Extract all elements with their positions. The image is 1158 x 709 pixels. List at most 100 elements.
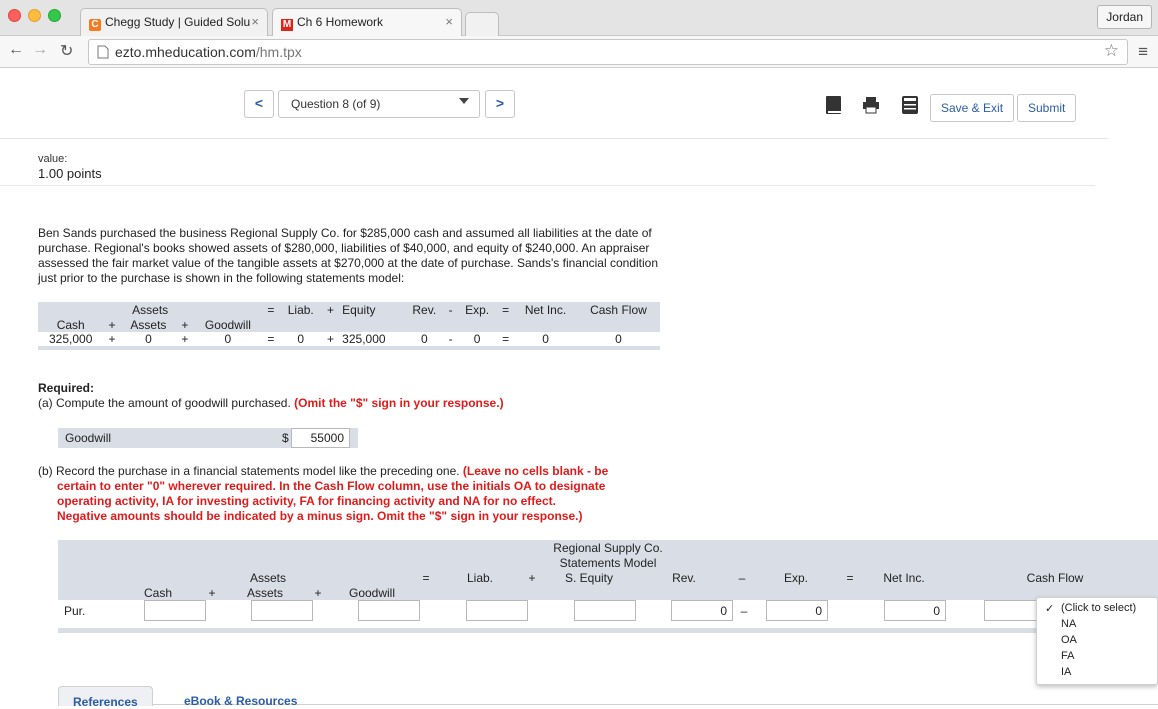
part-b-text: (b) Record the purchase in a financial s… (38, 464, 460, 478)
model-cell: = (267, 332, 275, 346)
cash-flow-select[interactable] (984, 600, 1040, 621)
part-b-note-1: (Leave no cells blank - be (462, 464, 609, 478)
bookmark-star-icon[interactable]: ☆ (1104, 41, 1119, 61)
model-cell: 0 (542, 332, 549, 346)
part-a-question: (a) Compute the amount of goodwill purch… (38, 396, 504, 410)
liab-input[interactable] (466, 600, 528, 621)
question-select[interactable]: Question 8 (of 9) (278, 90, 480, 118)
exp-input[interactable]: 0 (766, 600, 828, 621)
tab-chegg[interactable]: C Chegg Study | Guided Solu × (80, 8, 268, 36)
col-plus2: + (208, 586, 216, 600)
tab-ch6-homework[interactable]: M Ch 6 Homework × (272, 8, 462, 36)
cash-flow-dropdown: ✓ (Click to select) NA OA FA IA (1036, 597, 1158, 685)
save-exit-button[interactable]: Save & Exit (930, 94, 1015, 122)
col-plus3: + (314, 586, 322, 600)
tab-chegg-label: Chegg Study | Guided Solu (105, 15, 251, 29)
dropdown-option[interactable]: NA (1061, 618, 1076, 634)
cash-input[interactable] (144, 600, 206, 621)
model-subheader-cell: Goodwill (204, 317, 251, 332)
submit-button[interactable]: Submit (1017, 94, 1077, 122)
mheducation-favicon-icon: M (281, 19, 293, 31)
model-cell: 0 (420, 332, 428, 346)
model-title: Statements Model (559, 556, 657, 570)
model-cell: 325,000 (342, 332, 386, 346)
model-cell: 0 (297, 332, 305, 346)
model-header-cell: Cash Flow (590, 302, 647, 317)
model-header-cell: Net Inc. (524, 302, 567, 317)
col-cash: Cash (143, 586, 172, 600)
col-rev: Rev. (672, 571, 696, 585)
purchase-model-table: Regional Supply Co. Statements Model Ass… (58, 540, 1158, 634)
dropdown-option[interactable]: OA (1061, 634, 1077, 650)
page-icon (97, 45, 109, 59)
rev-input[interactable]: 0 (671, 600, 733, 621)
model-subheader-row: Cash + Assets + Goodwill (38, 317, 660, 332)
value-points: 1.00 points (38, 166, 102, 181)
model-cell: + (327, 332, 335, 346)
model-header-cell: - (448, 302, 453, 317)
company-name: Regional Supply Co. (553, 541, 663, 555)
col-plus: + (528, 571, 536, 585)
address-bar[interactable]: ezto.mheducation.com/hm.tpx ☆ (88, 39, 1128, 65)
dropdown-option[interactable]: FA (1061, 650, 1074, 666)
model-value-row: 325,000 + 0 + 0 = 0 + 325,000 0 - 0 = 0 … (38, 332, 660, 348)
close-window-button[interactable] (8, 9, 21, 22)
goodwill-input-b[interactable] (358, 600, 420, 621)
url-path: /hm.tpx (255, 44, 302, 60)
goodwill-input[interactable]: 55000 (291, 428, 350, 448)
browser-tab-bar: C Chegg Study | Guided Solu × M Ch 6 Homew… (0, 0, 1158, 36)
model-header-cell: + (327, 302, 335, 317)
model-subheader-cell: + (181, 317, 189, 332)
model-cell: - (448, 332, 453, 346)
new-tab-button[interactable] (465, 12, 499, 36)
model-subheader-cell: + (108, 317, 116, 332)
col-net-inc: Net Inc. (883, 571, 925, 585)
forward-icon[interactable]: → (32, 41, 48, 59)
question-select-label: Question 8 (of 9) (291, 97, 381, 111)
problem-text: Ben Sands purchased the business Regiona… (38, 226, 659, 285)
row-label-pur: Pur. (64, 604, 86, 618)
calculator-icon[interactable] (901, 95, 919, 115)
model-subheader-cell: Cash (56, 317, 85, 332)
model-cell: + (181, 332, 189, 346)
model-header-cell: Rev. (412, 302, 437, 317)
close-tab-icon[interactable]: × (251, 14, 259, 29)
profile-button[interactable]: Jordan (1097, 5, 1152, 29)
assignment-toolbar: < Question 8 (of 9) > Save & Exit Submit (0, 69, 1108, 139)
url-domain: ezto.mheducation.com (115, 44, 256, 60)
reload-icon[interactable]: ↻ (60, 41, 73, 61)
col-assets: Assets (246, 586, 283, 600)
part-b-note-3: operating activity, IA for investing act… (57, 494, 556, 508)
model-subheader-spacer (262, 317, 660, 332)
part-a-text: (a) Compute the amount of goodwill purch… (38, 396, 291, 410)
col-eq2: = (846, 571, 854, 585)
prev-question-button[interactable]: < (244, 90, 274, 118)
menu-icon[interactable]: ≡ (1138, 42, 1148, 62)
print-icon[interactable] (862, 95, 880, 115)
tab-ebook-resources[interactable]: eBook & Resources (170, 686, 311, 708)
s-equity-input[interactable] (574, 600, 636, 621)
chevron-down-icon (459, 98, 469, 104)
tab-references[interactable]: References (58, 686, 153, 709)
next-question-button[interactable]: > (485, 90, 515, 118)
col-assets-group: Assets (249, 571, 286, 585)
net-inc-input[interactable]: 0 (884, 600, 946, 621)
model-header-cell: Liab. (287, 302, 314, 317)
dropdown-option[interactable]: IA (1061, 666, 1071, 682)
model-header-cell: Equity (342, 302, 376, 317)
back-icon[interactable]: ← (8, 41, 24, 59)
col-exp: Exp. (783, 571, 808, 585)
purchase-bottom-band (58, 628, 1158, 633)
model-subheader-cell: Assets (130, 317, 167, 332)
model-cell: + (108, 332, 116, 346)
ebook-icon[interactable] (825, 95, 843, 115)
minimize-window-button[interactable] (28, 9, 41, 22)
maximize-window-button[interactable] (48, 9, 61, 22)
col-cash-flow: Cash Flow (1026, 571, 1084, 585)
goodwill-label: Goodwill (65, 431, 112, 445)
goodwill-row: Goodwill $ 55000 (58, 428, 358, 448)
dropdown-option[interactable]: (Click to select) (1061, 602, 1136, 618)
model-cell: 0 (224, 332, 232, 346)
close-tab-icon[interactable]: × (445, 14, 453, 29)
assets-input[interactable] (251, 600, 313, 621)
